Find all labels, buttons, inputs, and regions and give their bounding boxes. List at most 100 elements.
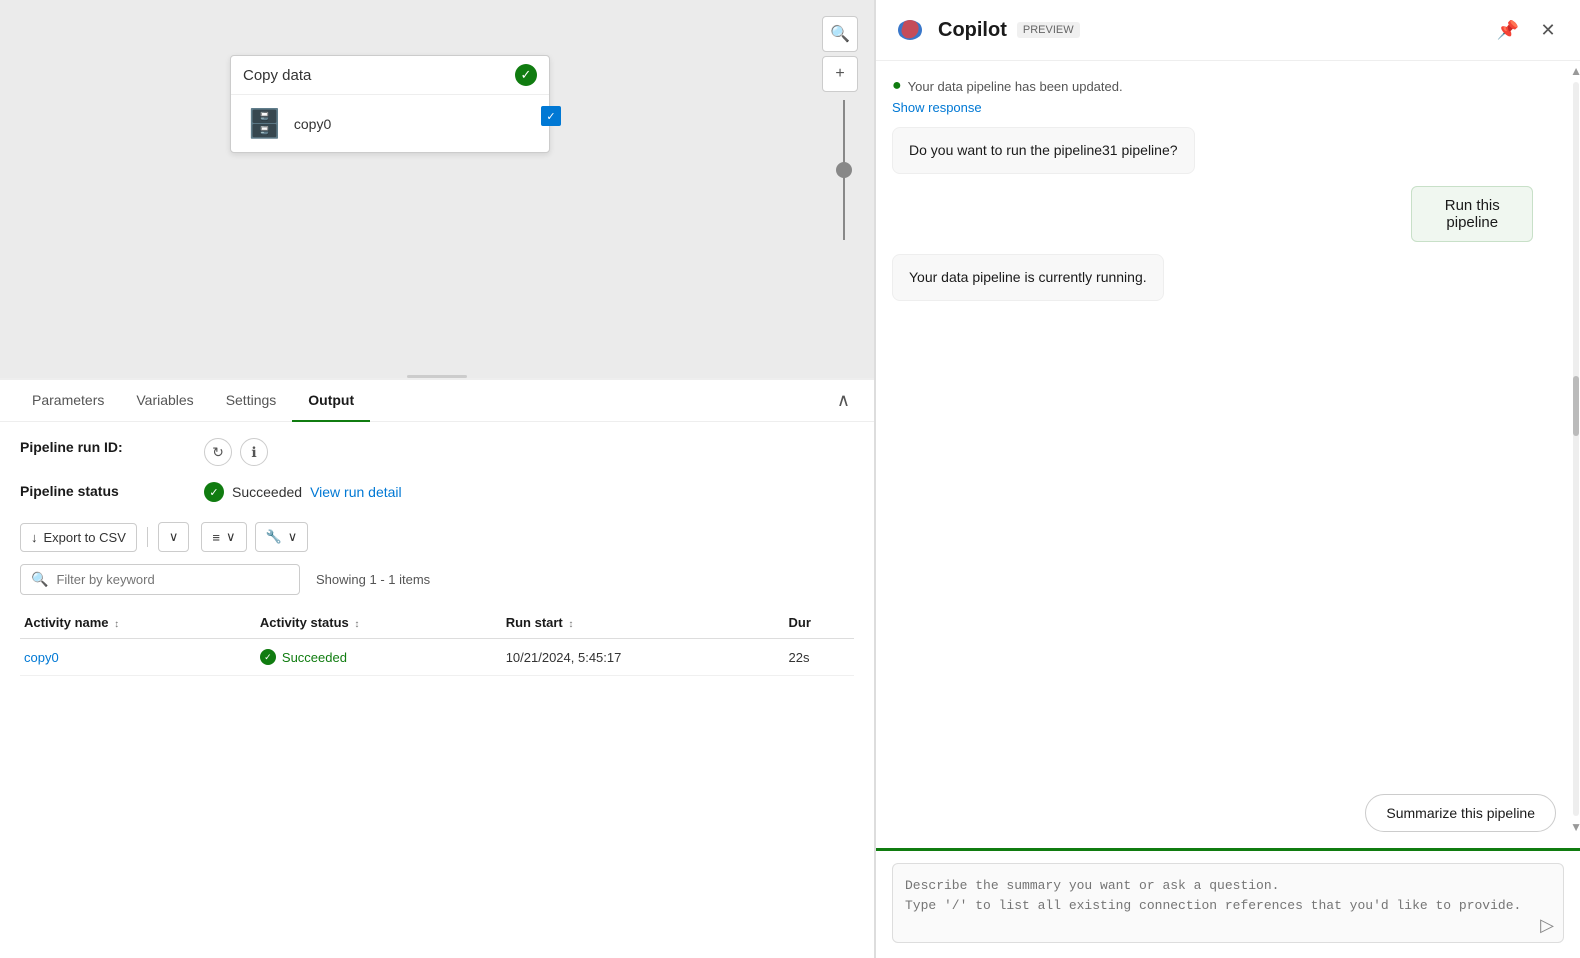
header-actions: 📌 ✕ <box>1492 14 1564 46</box>
showing-count-text: Showing 1 - 1 items <box>316 572 430 587</box>
wrench-icon: 🔧 <box>266 529 282 545</box>
summarize-pipeline-button[interactable]: Summarize this pipeline <box>1365 794 1556 832</box>
collapse-button[interactable]: ∧ <box>829 382 858 419</box>
summarize-container: Summarize this pipeline <box>892 794 1564 832</box>
filter-chevron-icon: ∨ <box>226 529 236 545</box>
tab-parameters[interactable]: Parameters <box>16 380 120 422</box>
search-icon: 🔍 <box>830 24 850 44</box>
node-title: Copy data <box>243 67 311 84</box>
info-button[interactable]: ℹ <box>240 438 268 466</box>
node-body: 🗄️ copy0 <box>231 95 549 152</box>
canvas-area: 🔍 + Copy data ✓ 🗄️ copy0 ✓ <box>0 0 874 378</box>
tab-variables[interactable]: Variables <box>120 380 209 422</box>
pipeline-status-text: Succeeded <box>232 484 302 500</box>
check-circle-icon: ● <box>892 77 902 95</box>
pipeline-run-id-label: Pipeline run ID: <box>20 438 180 466</box>
run-question-text: Do you want to run the pipeline31 pipeli… <box>909 142 1178 158</box>
canvas-divider <box>407 375 467 378</box>
run-pipeline-action-button[interactable]: Run this pipeline <box>1411 186 1533 242</box>
close-icon: ✕ <box>1540 20 1555 41</box>
output-content: Pipeline run ID: ↻ ℹ Pipeline status ✓ S… <box>0 422 874 692</box>
chat-spacer <box>892 313 1564 782</box>
canvas-toolbar: 🔍 + <box>822 16 858 92</box>
col-activity-name: Activity name ↕ <box>20 607 256 639</box>
scroll-down-arrow[interactable]: ▼ <box>1570 820 1580 834</box>
export-divider <box>147 527 148 547</box>
table-header-row: Activity name ↕ Activity status ↕ Run st… <box>20 607 854 639</box>
export-csv-button[interactable]: ↓ Export to CSV <box>20 523 137 552</box>
filter-row: 🔍 Showing 1 - 1 items <box>20 564 854 595</box>
chat-input-area: ▷ <box>876 848 1580 958</box>
col-duration: Dur <box>784 607 854 639</box>
zoom-slider[interactable] <box>843 100 845 240</box>
chat-message-run-action: Run this pipeline <box>1411 186 1564 242</box>
sort-icon-activity-name[interactable]: ↕ <box>114 619 119 630</box>
sort-icon-activity-status[interactable]: ↕ <box>354 619 359 630</box>
left-panel: 🔍 + Copy data ✓ 🗄️ copy0 ✓ <box>0 0 875 958</box>
pipeline-status-value: ✓ Succeeded View run detail <box>204 482 854 502</box>
chat-message-updated: ● Your data pipeline has been updated. S… <box>892 77 1123 115</box>
tab-bar: Parameters Variables Settings Output ∧ <box>0 380 874 422</box>
refresh-button[interactable]: ↻ <box>204 438 232 466</box>
pipeline-updated-text: Your data pipeline has been updated. <box>908 79 1123 94</box>
filter-icon: ≡ <box>212 530 220 545</box>
scroll-thumb <box>1573 376 1579 436</box>
zoom-handle[interactable] <box>836 162 852 178</box>
node-header: Copy data ✓ <box>231 56 549 95</box>
pipeline-run-id-value: ↻ ℹ <box>204 438 854 466</box>
copilot-header: Copilot PREVIEW 📌 ✕ <box>876 0 1580 61</box>
search-icon-small: 🔍 <box>31 571 48 588</box>
export-dropdown-button[interactable]: ∨ <box>158 522 190 552</box>
running-bubble: Your data pipeline is currently running. <box>892 254 1164 301</box>
tab-settings[interactable]: Settings <box>210 380 293 422</box>
row-status-icon: ✓ <box>260 649 276 665</box>
show-response-link[interactable]: Show response <box>892 100 982 115</box>
cell-run-start: 10/21/2024, 5:45:17 <box>502 639 785 676</box>
toolbar-row: ↓ Export to CSV ∨ ≡ ∨ 🔧 ∨ <box>20 522 854 552</box>
keyword-filter-input[interactable] <box>56 572 289 587</box>
tab-output[interactable]: Output <box>292 380 370 422</box>
preview-badge: PREVIEW <box>1017 22 1080 38</box>
node-success-icon: ✓ <box>515 64 537 86</box>
chat-input[interactable] <box>892 863 1564 943</box>
scroll-up-arrow[interactable]: ▲ <box>1570 64 1580 78</box>
node-checkbox: ✓ <box>541 106 561 126</box>
cell-activity-name: copy0 <box>20 639 256 676</box>
send-icon: ▷ <box>1540 915 1554 935</box>
settings-button[interactable]: 🔧 ∨ <box>255 522 309 552</box>
copilot-panel: Copilot PREVIEW 📌 ✕ ▲ ▼ ● Your data pipe… <box>875 0 1580 958</box>
filter-columns-button[interactable]: ≡ ∨ <box>201 522 246 552</box>
search-box[interactable]: 🔍 <box>20 564 300 595</box>
pin-icon: 📌 <box>1497 20 1519 41</box>
copilot-logo <box>892 12 928 48</box>
right-scrollbar[interactable]: ▲ ▼ <box>1572 60 1580 838</box>
copy-data-icon: 🗄️ <box>247 107 282 140</box>
pin-button[interactable]: 📌 <box>1492 14 1524 46</box>
input-wrapper: ▷ <box>892 863 1564 946</box>
scroll-track <box>1573 82 1579 816</box>
run-question-bubble: Do you want to run the pipeline31 pipeli… <box>892 127 1195 174</box>
cell-activity-status: ✓ Succeeded <box>256 639 502 676</box>
sort-icon-run-start[interactable]: ↕ <box>568 619 573 630</box>
close-copilot-button[interactable]: ✕ <box>1532 14 1564 46</box>
node-activity-name: copy0 <box>294 116 331 132</box>
table-row: copy0 ✓ Succeeded 10/21/2024, 5:45:17 22… <box>20 639 854 676</box>
chat-area: ● Your data pipeline has been updated. S… <box>876 61 1580 848</box>
row-status-text: Succeeded <box>282 650 347 665</box>
activity-name-link[interactable]: copy0 <box>24 650 59 665</box>
view-run-detail-link[interactable]: View run detail <box>310 484 402 500</box>
export-label: Export to CSV <box>44 530 126 545</box>
zoom-in-button[interactable]: + <box>822 56 858 92</box>
copy-data-node[interactable]: Copy data ✓ 🗄️ copy0 ✓ <box>230 55 550 153</box>
col-activity-status: Activity status ↕ <box>256 607 502 639</box>
cell-duration: 22s <box>784 639 854 676</box>
running-text: Your data pipeline is currently running. <box>909 269 1147 285</box>
chevron-down-icon: ∨ <box>169 529 179 545</box>
copilot-title: Copilot <box>938 19 1007 42</box>
pipeline-status-label: Pipeline status <box>20 482 180 502</box>
bottom-panel: Parameters Variables Settings Output ∧ P… <box>0 378 874 958</box>
send-button[interactable]: ▷ <box>1540 915 1554 936</box>
pipeline-info-grid: Pipeline run ID: ↻ ℹ Pipeline status ✓ S… <box>20 438 854 502</box>
chat-message-running: Your data pipeline is currently running. <box>892 254 1164 301</box>
search-canvas-button[interactable]: 🔍 <box>822 16 858 52</box>
